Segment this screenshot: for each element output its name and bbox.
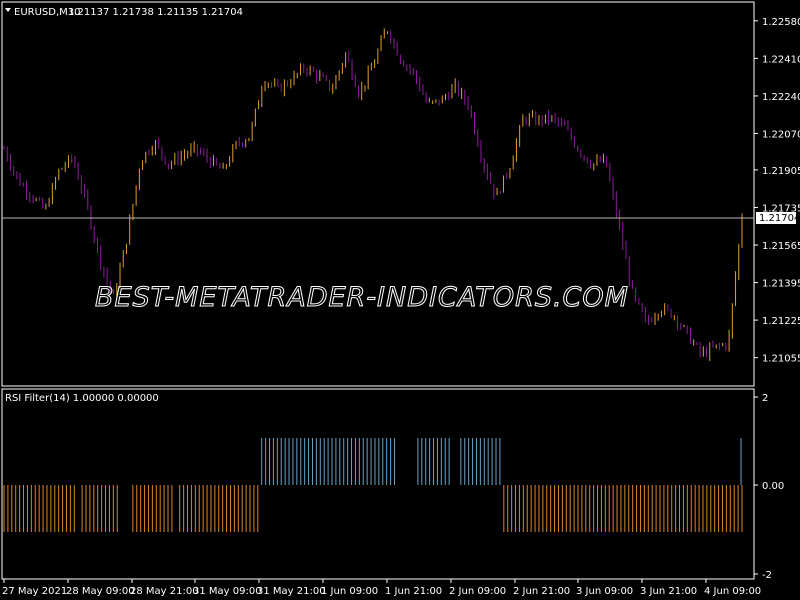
indicator-tick-zero: 0.00 <box>762 481 784 492</box>
price-tick-label: 1.22240 <box>762 92 800 103</box>
rsi-filter-histogram <box>3 438 743 532</box>
chart-window[interactable]: EURUSD,M30 1.21137 1.21738 1.21135 1.217… <box>0 0 800 600</box>
time-tick-label: 28 May 21:00 <box>130 586 199 597</box>
time-axis: 27 May 202128 May 09:0028 May 21:0031 Ma… <box>2 579 761 597</box>
watermark: BEST-METATRADER-INDICATORS.COM <box>95 282 629 313</box>
price-tick-label: 1.21905 <box>762 166 800 177</box>
current-price-label: 1.21704 <box>759 213 800 224</box>
price-axis: 1.22580 1.22410 1.22240 1.22070 1.21905 1.217… <box>754 17 800 365</box>
triangle-down-icon[interactable] <box>5 8 11 12</box>
price-tick-label: 1.21395 <box>762 279 800 290</box>
time-tick-label: 27 May 2021 <box>2 586 67 597</box>
time-tick-label: 28 May 09:00 <box>66 586 135 597</box>
indicator-tick-top: 2 <box>762 393 768 404</box>
time-tick-label: 1 Jun 09:00 <box>321 586 378 597</box>
time-tick-label: 3 Jun 21:00 <box>640 586 697 597</box>
indicator-title: RSI Filter(14) 1.00000 0.00000 <box>5 393 159 404</box>
ohlc-values: 1.21137 1.21738 1.21135 1.21704 <box>68 7 243 18</box>
price-tick-label: 1.21565 <box>762 241 800 252</box>
price-tick-label: 1.21225 <box>762 316 800 327</box>
time-tick-label: 1 Jun 21:00 <box>385 586 442 597</box>
price-tick-label: 1.22410 <box>762 54 800 65</box>
time-tick-label: 3 Jun 09:00 <box>576 586 633 597</box>
indicator-frame <box>1 388 755 580</box>
price-tick-label: 1.21055 <box>762 354 800 365</box>
indicator-tick-bottom: -2 <box>762 570 772 581</box>
time-tick-label: 31 May 09:00 <box>193 586 262 597</box>
price-tick-label: 1.22580 <box>762 17 800 28</box>
time-tick-label: 2 Jun 21:00 <box>513 586 570 597</box>
price-tick-label: 1.22070 <box>762 129 800 140</box>
time-tick-label: 31 May 21:00 <box>257 586 326 597</box>
time-tick-label: 2 Jun 09:00 <box>449 586 506 597</box>
time-tick-label: 4 Jun 09:00 <box>704 586 761 597</box>
